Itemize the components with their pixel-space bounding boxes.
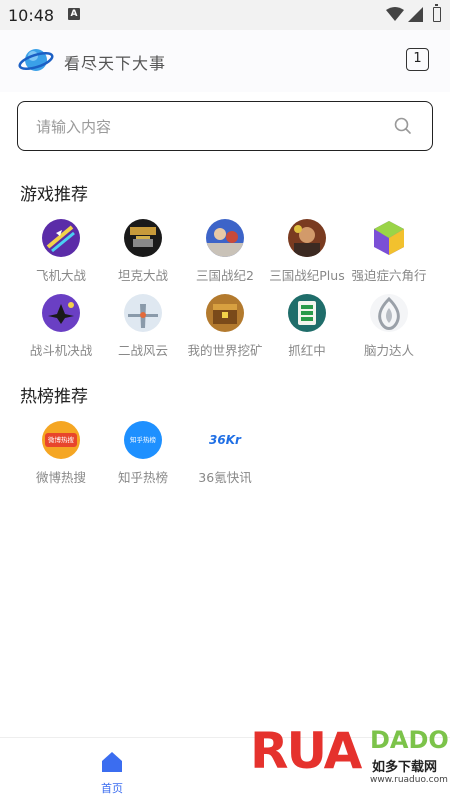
watermark-logo: RUA DADO 如多下载网 www.ruaduo.com [250,722,450,800]
three-kingdoms-2-game-icon [206,219,244,257]
game-item[interactable]: 战斗机决战 [18,294,104,359]
battery-icon [433,4,441,22]
weibo-badge: 微博热搜 [45,433,77,447]
game-label: 坦克大战 [117,268,168,283]
game-label: 三国战纪2 [196,268,254,283]
fighter-jet-game-icon [42,294,80,332]
mahjong-game-icon [288,294,326,332]
weibo-hot-icon: 微博热搜 [42,421,80,459]
game-item[interactable]: 坦克大战 [100,219,186,284]
hot-item[interactable]: 知乎热榜 知乎热榜 [100,421,186,486]
app-title: 看尽天下大事 [64,54,167,73]
planet-logo-icon [18,49,54,71]
status-time: 10:48 [8,6,55,25]
game-label: 强迫症六角行 [351,268,427,283]
game-item[interactable]: 强迫症六角行 [346,219,432,284]
home-label: 首页 [101,782,123,795]
plane-battle-game-icon [42,219,80,257]
game-item[interactable]: 飞机大战 [18,219,104,284]
game-item[interactable]: 我的世界挖矿 [182,294,268,359]
hot-section-title: 热榜推荐 [20,387,88,407]
game-item[interactable]: 二战风云 [100,294,186,359]
watermark-dado: DADO [370,726,449,754]
hot-item[interactable]: 36Kr 36氪快讯 [182,421,268,486]
game-item[interactable]: 抓红中 [264,294,350,359]
hot-label: 知乎热榜 [117,470,168,485]
game-label: 战斗机决战 [29,343,93,358]
zhihu-hot-icon: 知乎热榜 [124,421,162,459]
home-tab[interactable]: 首页 [92,750,132,796]
game-label: 二战风云 [117,343,168,358]
game-item[interactable]: 三国战纪Plus [264,219,350,284]
36kr-badge: 36Kr [209,433,241,447]
home-icon [102,752,122,772]
hot-item[interactable]: 微博热搜 微博热搜 [18,421,104,486]
games-section-title: 游戏推荐 [20,185,88,205]
search-box[interactable] [17,101,433,151]
minecraft-mining-game-icon [206,294,244,332]
brain-master-game-icon [370,294,408,332]
watermark-letters: RUA [250,722,362,780]
zhihu-badge: 知乎热榜 [130,436,156,444]
signal-icon [408,7,423,22]
game-label: 脑力达人 [363,343,414,358]
three-kingdoms-plus-game-icon [288,219,326,257]
tank-battle-game-icon [124,219,162,257]
game-label: 飞机大战 [35,268,86,283]
game-item[interactable]: 三国战纪2 [182,219,268,284]
app-header: 看尽天下大事 1 [0,30,450,92]
game-label: 三国战纪Plus [269,268,345,283]
hexagon-game-icon [370,219,408,257]
hot-label: 36氪快讯 [198,470,252,485]
wifi-icon [386,7,404,21]
notification-icon: A [68,8,80,20]
tab-count-button[interactable]: 1 [406,48,429,71]
hot-label: 微博热搜 [35,470,86,485]
game-label: 我的世界挖矿 [187,343,263,358]
watermark-cn: 如多下载网 [370,756,440,775]
ww2-game-icon [124,294,162,332]
search-input[interactable] [36,116,366,138]
status-bar: 10:48 A [0,0,450,30]
game-item[interactable]: 脑力达人 [346,294,432,359]
36kr-news-icon: 36Kr [206,421,244,459]
search-icon[interactable] [394,117,412,135]
game-label: 抓红中 [288,343,326,358]
watermark-url: www.ruaduo.com [370,775,448,785]
